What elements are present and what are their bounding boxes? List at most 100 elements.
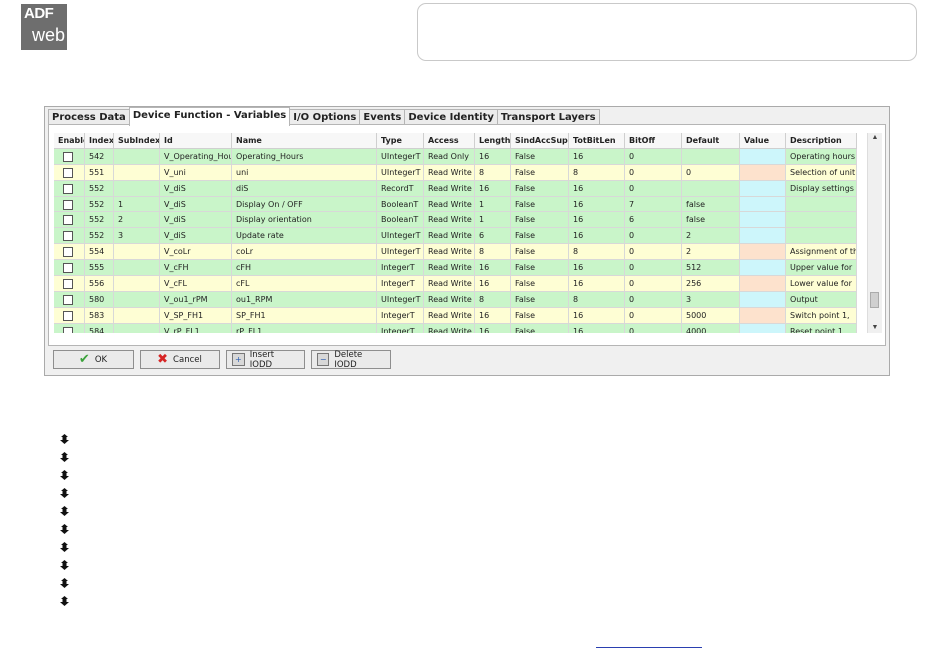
tab-device-function-variables[interactable]: Device Function - Variables	[128, 107, 291, 126]
column-header[interactable]: Type	[377, 133, 424, 149]
column-header[interactable]: SubIndex	[114, 133, 160, 149]
table-row[interactable]: 580 V_ou1_rPM ou1_RPM UIntegerT Read Write 8 F…	[54, 291, 867, 308]
table-cell: 552	[85, 196, 114, 213]
table-cell	[114, 180, 160, 197]
table-row[interactable]: 552 1 V_diS Display On / OFF BooleanT Read Wr…	[54, 196, 867, 213]
value-input-cell[interactable]	[740, 276, 786, 292]
column-header[interactable]: Id	[160, 133, 232, 149]
delete-iodd-button[interactable]: − Delete IODD	[311, 350, 391, 370]
table-cell: UIntegerT	[377, 228, 424, 245]
table-cell: 1	[475, 196, 511, 213]
enable-checkbox[interactable]	[63, 247, 73, 258]
value-input-cell[interactable]	[740, 180, 786, 197]
header-box	[417, 3, 917, 61]
scroll-thumb[interactable]	[870, 292, 879, 308]
table-cell	[682, 148, 740, 165]
enable-checkbox[interactable]	[63, 183, 73, 194]
table-cell	[786, 212, 857, 229]
enable-checkbox[interactable]	[63, 310, 73, 321]
insert-iodd-button[interactable]: + Insert IODD	[226, 350, 305, 370]
table-cell: 583	[85, 307, 114, 324]
table-row[interactable]: 554 V_coLr coLr UIntegerT Read Write 8 False 8 0…	[54, 244, 867, 261]
table-cell: 6	[625, 212, 682, 229]
enable-checkbox[interactable]	[63, 151, 73, 162]
column-header[interactable]: Length	[475, 133, 511, 149]
column-header[interactable]: Description	[786, 133, 857, 149]
enable-checkbox[interactable]	[63, 231, 73, 242]
table-cell: V_uni	[160, 164, 232, 181]
table-cell: V_diS	[160, 228, 232, 245]
column-header[interactable]: Name	[232, 133, 377, 149]
footer-link-underline[interactable]	[596, 647, 702, 648]
value-input-cell[interactable]	[740, 244, 786, 261]
column-header[interactable]: Value	[740, 133, 786, 149]
value-input-cell[interactable]	[740, 323, 786, 333]
cancel-button[interactable]: ✖ Cancel	[140, 350, 220, 369]
value-input-cell[interactable]	[740, 196, 786, 213]
table-row[interactable]: 555 V_cFH cFH IntegerT Read Write 16 False 16 0 5…	[54, 260, 867, 277]
table-cell: False	[511, 228, 569, 245]
table-cell: 8	[475, 244, 511, 261]
enable-checkbox[interactable]	[63, 326, 73, 333]
table-row[interactable]: 584 V_rP_FL1 rP_FL1 IntegerT Read Write 16 Fal…	[54, 323, 867, 333]
logo-text-top: ADF	[24, 5, 54, 22]
value-input-cell[interactable]	[740, 228, 786, 245]
table-cell: Upper value for	[786, 260, 857, 277]
table-row[interactable]: 552 V_diS diS RecordT Read Write 16 False 16 0 Di…	[54, 180, 867, 197]
bullet-icon	[60, 506, 69, 516]
table-cell: V_SP_FH1	[160, 307, 232, 324]
column-header[interactable]: BitOff	[625, 133, 682, 149]
table-cell: Read Write	[424, 212, 475, 229]
table-row[interactable]: 551 V_uni uni UIntegerT Read Write 8 False 8 0 0 S…	[54, 164, 867, 181]
table-cell: Display orientation	[232, 212, 377, 229]
enable-cell	[54, 244, 85, 261]
value-input-cell[interactable]	[740, 212, 786, 229]
column-header[interactable]: Default	[682, 133, 740, 149]
value-input-cell[interactable]	[740, 260, 786, 277]
value-input-cell[interactable]	[740, 164, 786, 181]
logo-text-bottom: web	[32, 25, 66, 45]
value-input-cell[interactable]	[740, 148, 786, 165]
vertical-scrollbar[interactable]: ▲ ▼	[867, 133, 882, 333]
column-header[interactable]: Index	[85, 133, 114, 149]
column-header[interactable]: Access	[424, 133, 475, 149]
table-row[interactable]: 556 V_cFL cFL IntegerT Read Write 16 False 16 0 2…	[54, 276, 867, 292]
enable-checkbox[interactable]	[63, 199, 73, 210]
value-input-cell[interactable]	[740, 291, 786, 308]
table-cell: 0	[625, 307, 682, 324]
table-cell	[114, 260, 160, 277]
enable-cell	[54, 148, 85, 165]
table-cell: 580	[85, 291, 114, 308]
table-cell: Reset point 1,	[786, 323, 857, 333]
column-header[interactable]: SindAccSupp	[511, 133, 569, 149]
table-cell: 16	[475, 307, 511, 324]
scroll-up-icon[interactable]: ▲	[868, 133, 882, 143]
table-cell: V_diS	[160, 180, 232, 197]
table-cell: Display settings	[786, 180, 857, 197]
enable-checkbox[interactable]	[63, 294, 73, 305]
column-header[interactable]: Enable	[54, 133, 85, 149]
enable-checkbox[interactable]	[63, 215, 73, 226]
table-cell: 1	[114, 196, 160, 213]
table-cell: V_diS	[160, 196, 232, 213]
cancel-x-icon: ✖	[157, 352, 169, 367]
table-cell: Read Write	[424, 196, 475, 213]
enable-checkbox[interactable]	[63, 167, 73, 178]
table-cell	[114, 291, 160, 308]
ok-button[interactable]: ✔ OK	[53, 350, 134, 369]
table-row[interactable]: 552 3 V_diS Update rate UIntegerT Read Write 6…	[54, 228, 867, 245]
table-cell: ou1_RPM	[232, 291, 377, 308]
table-row[interactable]: 542 V_Operating_HoursOperating_HoursUInte…	[54, 148, 867, 165]
enable-checkbox[interactable]	[63, 279, 73, 290]
scroll-down-icon[interactable]: ▼	[868, 323, 882, 333]
table-cell: IntegerT	[377, 260, 424, 277]
column-header[interactable]: TotBitLen	[569, 133, 625, 149]
table-cell: IntegerT	[377, 307, 424, 324]
enable-checkbox[interactable]	[63, 263, 73, 274]
table-cell: 0	[625, 323, 682, 333]
table-row[interactable]: 583 V_SP_FH1 SP_FH1 IntegerT Read Write 16 Fal…	[54, 307, 867, 324]
table-cell: 8	[569, 244, 625, 261]
value-input-cell[interactable]	[740, 307, 786, 324]
table-row[interactable]: 552 2 V_diS Display orientation BooleanT Read…	[54, 212, 867, 229]
checkmark-icon: ✔	[78, 352, 90, 367]
